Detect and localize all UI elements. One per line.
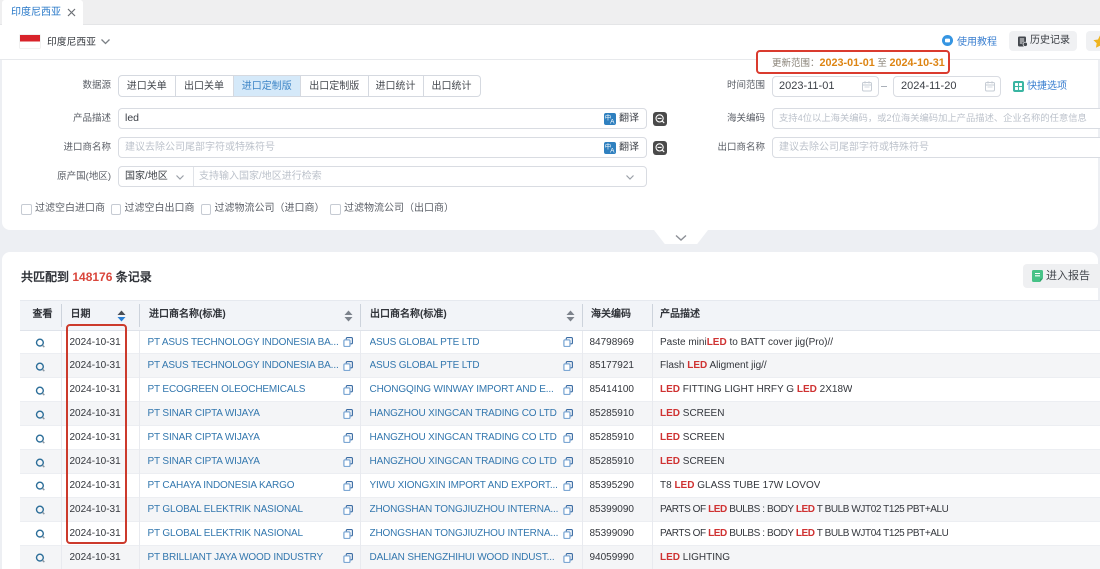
svg-text:A: A bbox=[610, 147, 615, 154]
svg-text:A: A bbox=[610, 118, 615, 125]
